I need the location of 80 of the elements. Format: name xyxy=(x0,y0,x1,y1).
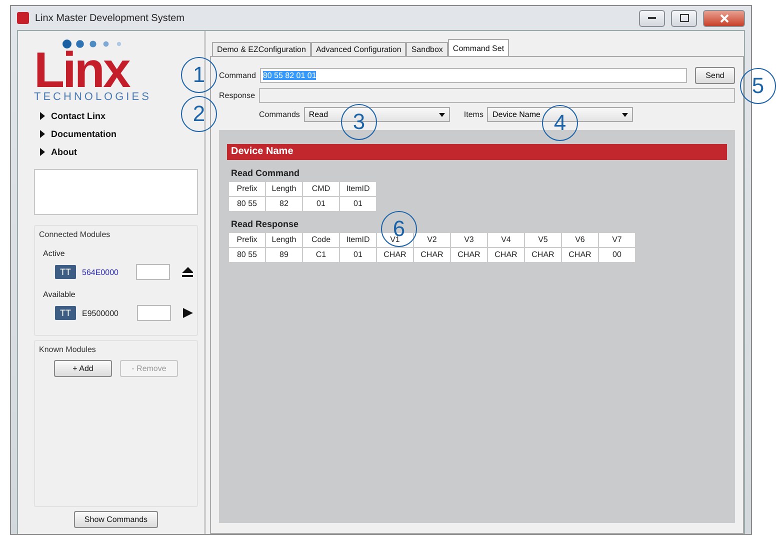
callout-number: 1 xyxy=(181,57,217,93)
tab[interactable]: Command Set xyxy=(448,39,510,56)
callout-number: 4 xyxy=(542,105,578,141)
column-header: Length xyxy=(266,182,302,196)
table-cell: 82 xyxy=(266,197,302,211)
play-icon[interactable] xyxy=(183,308,193,318)
tab[interactable]: Demo & EZConfiguration xyxy=(212,42,311,56)
table-cell: 80 55 xyxy=(229,197,265,211)
table-cell: 80 55 xyxy=(229,248,265,262)
field-label: Command xyxy=(219,71,256,80)
send-button[interactable]: Send xyxy=(695,67,735,84)
column-header: V2 xyxy=(414,233,450,247)
column-header: V4 xyxy=(488,233,524,247)
input-field[interactable] xyxy=(136,264,170,280)
table-cell: 01 xyxy=(340,197,376,211)
minimize-icon xyxy=(648,16,656,20)
tab[interactable]: Sandbox xyxy=(406,42,448,56)
logo-wordmark: Linx xyxy=(34,49,129,91)
module-badge: TT xyxy=(55,306,76,320)
table-cell: 01 xyxy=(340,248,376,262)
table-cell: 00 xyxy=(599,248,635,262)
app-icon xyxy=(17,12,29,24)
table-cell: CHAR xyxy=(451,248,487,262)
table-cell: CHAR xyxy=(414,248,450,262)
callout-number: 5 xyxy=(740,68,776,104)
table-cell: 01 xyxy=(303,197,339,211)
section-header: Device Name xyxy=(227,144,727,160)
column-header: V3 xyxy=(451,233,487,247)
close-button[interactable] xyxy=(703,10,745,26)
sidebar-link[interactable]: Documentation xyxy=(40,129,117,139)
table-cell: CHAR xyxy=(377,248,413,262)
section-label: Available xyxy=(43,290,76,299)
field-label: Response xyxy=(219,91,256,100)
triangle-icon xyxy=(40,130,45,138)
maximize-button[interactable] xyxy=(671,10,697,26)
section-label: Active xyxy=(43,249,66,258)
add-button[interactable]: + Add xyxy=(54,360,112,377)
column-header: Length xyxy=(266,233,302,247)
field-label: Commands xyxy=(259,110,300,119)
show-commands-button[interactable]: Show Commands xyxy=(74,511,158,528)
module-badge: TT xyxy=(55,265,76,279)
table-cell: CHAR xyxy=(488,248,524,262)
input-field[interactable] xyxy=(137,305,172,321)
eject-icon[interactable] xyxy=(182,267,193,277)
section-title: Read Response xyxy=(231,219,299,229)
column-header: V5 xyxy=(525,233,561,247)
window-title: Linx Master Development System xyxy=(35,12,185,24)
tab[interactable]: Advanced Configuration xyxy=(310,42,406,56)
field-label: Items xyxy=(464,110,484,119)
table-cell: CHAR xyxy=(525,248,561,262)
sidebar-link[interactable]: Contact Linx xyxy=(40,111,106,121)
column-header: CMD xyxy=(303,182,339,196)
close-icon xyxy=(720,14,728,22)
group-title: Connected Modules xyxy=(39,230,112,239)
column-header: V6 xyxy=(562,233,598,247)
table-cell: 89 xyxy=(266,248,302,262)
logo-tagline: TECHNOLOGIES xyxy=(34,91,152,103)
maximize-icon xyxy=(680,14,688,22)
triangle-icon xyxy=(40,148,45,156)
column-header: ItemID xyxy=(340,233,376,247)
minimize-button[interactable] xyxy=(639,10,665,26)
table-cell: CHAR xyxy=(562,248,598,262)
column-header: Prefix xyxy=(229,182,265,196)
sidebar-link[interactable]: About xyxy=(40,147,77,157)
dots-icon xyxy=(62,39,124,49)
response-field[interactable] xyxy=(259,88,735,103)
caret-icon xyxy=(438,112,445,116)
callout-number: 2 xyxy=(181,96,217,132)
callout-number: 3 xyxy=(341,104,377,140)
caret-icon xyxy=(622,112,628,116)
column-header: Prefix xyxy=(229,233,265,247)
section-title: Read Command xyxy=(231,168,300,178)
column-header: ItemID xyxy=(340,182,376,196)
module-id[interactable]: E9500000 xyxy=(82,308,132,318)
column-header: Code xyxy=(303,233,339,247)
group-title: Known Modules xyxy=(39,345,97,354)
module-id[interactable]: 564E0000 xyxy=(82,268,130,276)
triangle-icon xyxy=(40,112,45,120)
table-cell: C1 xyxy=(303,248,339,262)
column-header: V7 xyxy=(599,233,635,247)
